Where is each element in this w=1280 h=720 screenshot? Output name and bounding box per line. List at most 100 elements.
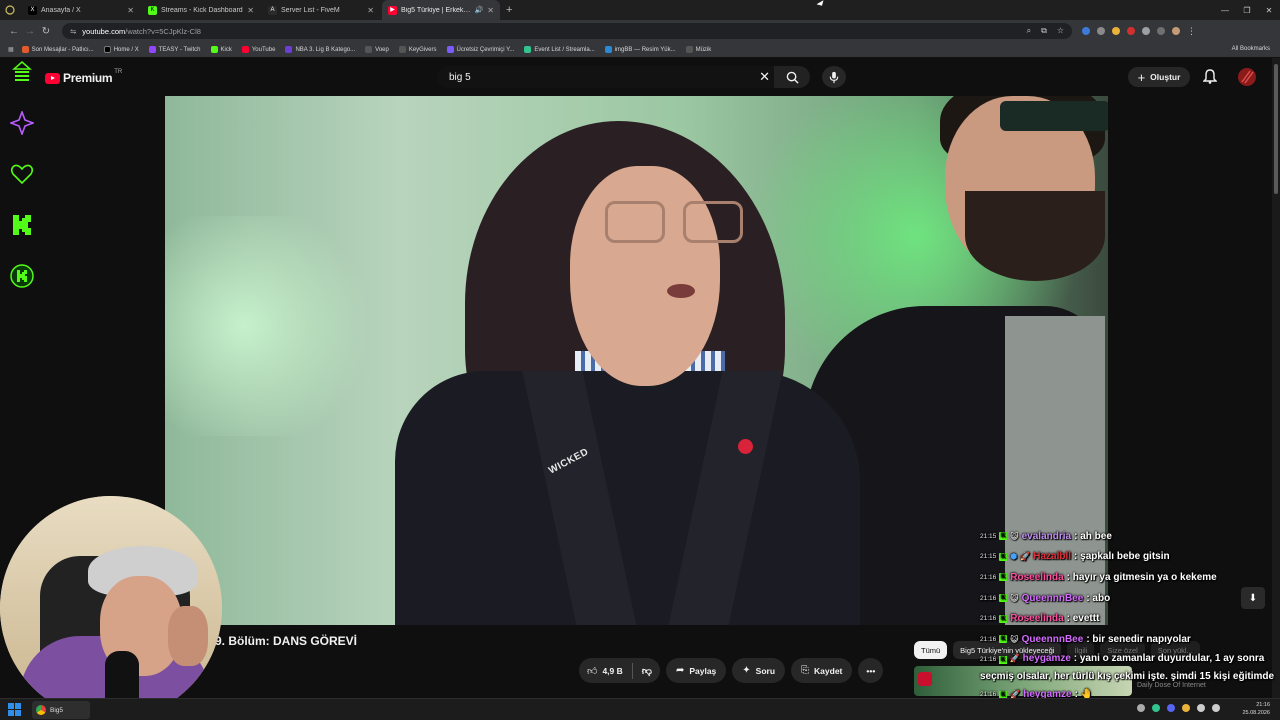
speaker-icon[interactable]: 🔊 xyxy=(475,6,484,14)
wifi-icon[interactable] xyxy=(1197,704,1205,712)
tab-label: Streams - Kick Dashboard xyxy=(161,6,243,14)
browser-tab-kick-dashboard[interactable]: K Streams - Kick Dashboard ✕ xyxy=(142,0,260,20)
dislike-icon[interactable]: 👎︎ xyxy=(642,665,652,677)
back-icon[interactable]: ← xyxy=(6,26,22,37)
bookmark-folder[interactable]: Voep xyxy=(365,46,389,53)
apps-grid-icon[interactable]: ▦ xyxy=(8,46,14,53)
volume-icon[interactable] xyxy=(1212,704,1220,712)
chat-username: QueennnBee xyxy=(1021,633,1084,645)
address-bar[interactable]: ⇋ youtube.com/watch?v=5CJpKlz-Cl8 ⌕ ⧉ ☆ xyxy=(62,23,1072,39)
close-tab-icon[interactable]: ✕ xyxy=(127,6,134,15)
tab-search-icon[interactable] xyxy=(0,5,20,15)
search-value: big 5 xyxy=(449,71,471,83)
bookmark-folder[interactable]: KeyGivers xyxy=(398,46,437,53)
like-icon[interactable]: 👍︎ xyxy=(587,665,597,677)
kick-badge-icon: K xyxy=(999,614,1008,623)
bookmark-item[interactable]: Home / X xyxy=(103,46,139,53)
chat-message: 21:16 K 😺 QueennnBee: abo xyxy=(980,592,1111,604)
more-dots-icon: ••• xyxy=(866,665,876,676)
chip-all[interactable]: Tümü xyxy=(914,641,948,659)
url-host: youtube.com xyxy=(82,26,126,36)
zoom-icon[interactable]: ⌕ xyxy=(1027,26,1031,36)
kick-badge-icon: K xyxy=(999,532,1008,541)
minimize-icon[interactable]: — xyxy=(1214,0,1236,20)
window-controls: — ❐ ✕ xyxy=(1214,0,1280,20)
clear-search-icon[interactable]: ✕ xyxy=(759,69,770,85)
browser-tab-x[interactable]: X Anasayfa / X ✕ xyxy=(22,0,140,20)
bookmark-item[interactable]: NBA 3. Lig B Katego... xyxy=(285,46,355,53)
bookmark-item[interactable]: Kick xyxy=(210,46,232,53)
taskbar-chrome-app[interactable]: Big5 xyxy=(32,701,90,719)
restore-icon[interactable]: ❐ xyxy=(1236,0,1258,20)
browser-tab-youtube[interactable]: ▶ Big5 Türkiye | Erkek Hazırl... 🔊 ✕ xyxy=(382,0,500,20)
sub-badge-icon: ⬢ xyxy=(1010,552,1018,562)
reload-icon[interactable]: ↻ xyxy=(38,26,54,37)
all-bookmarks-link[interactable]: All Bookmarks xyxy=(1232,46,1270,52)
heart-icon xyxy=(10,164,34,185)
bookmark-item[interactable]: Ücretsiz Çevrimiçi Y... xyxy=(446,46,514,53)
save-button[interactable]: ⎘ Kaydet xyxy=(791,658,853,683)
cast-icon[interactable]: ⧉ xyxy=(1041,26,1047,36)
chat-message: 21:16 K Roseelinda: hayır ya gitmesin ya o… xyxy=(980,571,1217,583)
microphone-icon xyxy=(829,71,839,83)
more-actions-button[interactable]: ••• xyxy=(858,658,884,683)
chat-message: 21:16 K 😺 QueennnBee: bir senedir napıyolar xyxy=(980,633,1191,645)
close-tab-icon[interactable]: ✕ xyxy=(487,6,494,15)
secondary-column-bg xyxy=(1108,96,1272,526)
share-label: Paylaş xyxy=(689,665,717,676)
plus-icon: + xyxy=(1137,69,1146,85)
bookmark-item[interactable]: YouTube xyxy=(241,46,275,53)
ask-button[interactable]: ✦ Soru xyxy=(732,658,786,683)
search-icon xyxy=(786,71,799,84)
kick-circle-logo-icon xyxy=(10,264,34,288)
extension-icon[interactable] xyxy=(1097,27,1105,35)
tray-app-icon[interactable] xyxy=(1182,704,1190,712)
windows-start-icon[interactable] xyxy=(8,703,21,716)
extension-icon[interactable] xyxy=(1127,27,1135,35)
extension-icon[interactable] xyxy=(1082,27,1090,35)
download-icon[interactable]: ⬇ xyxy=(1241,587,1265,609)
bookmark-star-icon[interactable]: ☆ xyxy=(1057,26,1064,36)
site-info-icon[interactable]: ⇋ xyxy=(70,27,76,36)
extensions-puzzle-icon[interactable] xyxy=(1142,27,1150,35)
voice-search-button[interactable] xyxy=(822,66,846,88)
taskbar-clock[interactable]: 21:16 25.08.2026 xyxy=(1242,701,1270,717)
like-count[interactable]: 4,9 B xyxy=(602,666,622,676)
close-tab-icon[interactable]: ✕ xyxy=(247,6,254,15)
chrome-icon xyxy=(36,705,46,715)
save-bookmark-icon: ⎘ xyxy=(801,665,810,676)
screen: X Anasayfa / X ✕ K Streams - Kick Dashbo… xyxy=(0,0,1280,720)
chat-username: Roseelinda xyxy=(1010,613,1064,625)
account-avatar[interactable] xyxy=(1238,68,1256,86)
kick-badge-icon: K xyxy=(999,594,1008,603)
bookmark-item[interactable]: TEASY - Twitch xyxy=(148,46,201,53)
tray-app-icon[interactable] xyxy=(1167,704,1175,712)
close-tab-icon[interactable]: ✕ xyxy=(367,6,374,15)
profile-avatar[interactable] xyxy=(1172,27,1180,35)
close-window-icon[interactable]: ✕ xyxy=(1258,0,1280,20)
forward-icon[interactable]: → xyxy=(22,26,38,37)
bookmark-item[interactable]: Son Mesajlar - Patlıcı... xyxy=(21,46,94,53)
bookmark-item[interactable]: imgBB — Resim Yük... xyxy=(604,46,676,53)
sparkle-ask-icon: ✦ xyxy=(742,665,751,676)
notifications-bell-icon[interactable] xyxy=(1203,69,1217,84)
extension-icon[interactable] xyxy=(1112,27,1120,35)
share-button[interactable]: ➦ Paylaş xyxy=(665,658,727,683)
bookmark-folder[interactable]: Müzik xyxy=(685,46,711,53)
menu-dots-icon[interactable]: ⋮ xyxy=(1187,26,1196,37)
new-tab-button[interactable]: + xyxy=(506,4,512,16)
browser-tab-fivem[interactable]: A Server List - FiveM ✕ xyxy=(262,0,380,20)
scrollbar-thumb[interactable] xyxy=(1274,64,1278,194)
menu-icon[interactable] xyxy=(10,60,34,84)
youtube-premium-logo[interactable]: Premium TR xyxy=(45,69,122,85)
search-input[interactable]: big 5 ✕ xyxy=(437,66,774,88)
create-button[interactable]: + Oluştur xyxy=(1128,67,1190,87)
bookmark-item[interactable]: Event List / Streamla... xyxy=(524,46,595,53)
tray-app-icon[interactable] xyxy=(1152,704,1160,712)
search-button[interactable] xyxy=(774,66,810,88)
address-toolbar: ← → ↻ ⇋ youtube.com/watch?v=5CJpKlz-Cl8 … xyxy=(0,20,1280,42)
sidepanel-icon[interactable] xyxy=(1157,27,1165,35)
tray-chevron-icon[interactable] xyxy=(1137,704,1145,712)
kick-logo-icon xyxy=(13,215,31,235)
video-player[interactable]: WICKED xyxy=(165,96,1108,625)
